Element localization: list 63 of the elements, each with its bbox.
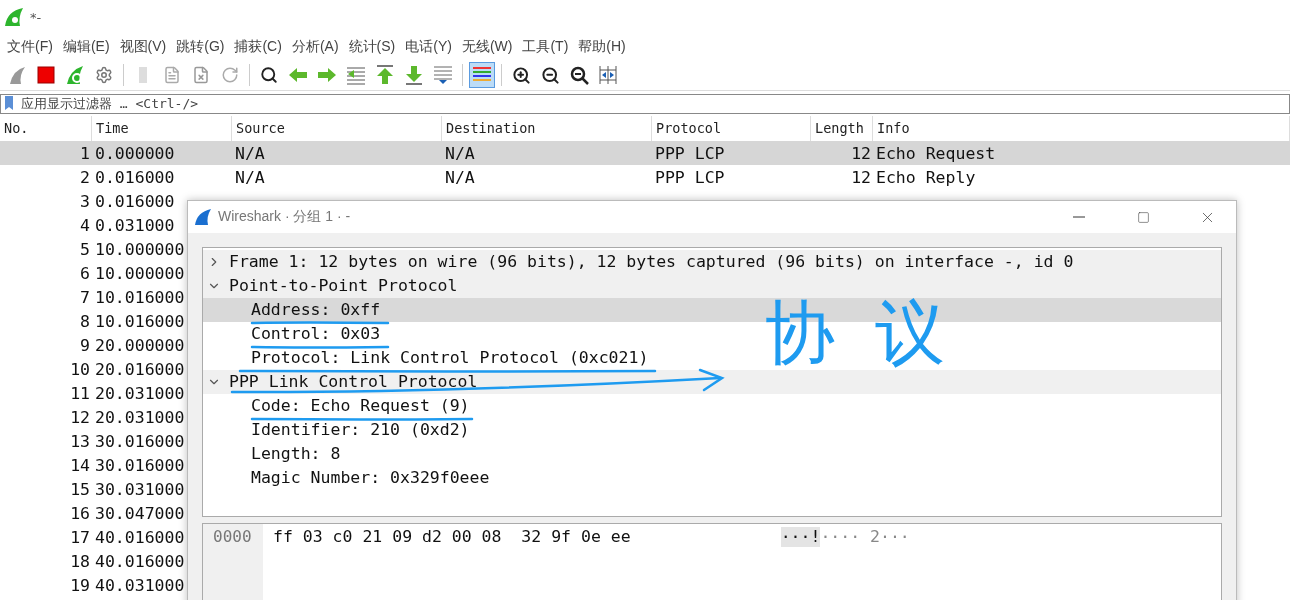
- tree-item-text: Identifier: 210 (0xd2): [251, 421, 470, 439]
- table-cell-text: 40.016000: [94, 551, 186, 571]
- table-cell-text: 12: [69, 407, 91, 427]
- tree-item-text: Address: 0xff: [251, 301, 381, 319]
- table-cell-text: 4: [79, 215, 91, 235]
- table-cell-text: 13: [69, 431, 91, 451]
- table-cell-text: N/A: [444, 143, 476, 163]
- table-cell-text: 17: [69, 527, 91, 547]
- tree-item-text: Protocol: Link Control Protocol (0xc021): [251, 349, 649, 367]
- table-cell-text: PPP LCP: [654, 143, 726, 163]
- tree-item-text: Point-to-Point Protocol: [229, 277, 458, 295]
- table-cell-text: 20.016000: [94, 359, 186, 379]
- table-cell-text: 10.000000: [94, 263, 186, 283]
- ascii-bytes: ···!: [780, 527, 821, 547]
- table-cell-text: 10.000000: [94, 239, 186, 259]
- byte-offset: 0000: [213, 527, 252, 546]
- table-cell-text: 30.016000: [94, 455, 186, 475]
- table-cell-text: 0.000000: [94, 143, 176, 163]
- table-cell-text: 18: [69, 551, 91, 571]
- tree-item-text: Code: Echo Request (9): [251, 397, 470, 415]
- table-cell-text: 10: [69, 359, 91, 379]
- table-cell-text: 10.016000: [94, 287, 186, 307]
- table-cell-text: 15: [69, 479, 91, 499]
- tree-item-text: Frame 1: 12 bytes on wire (96 bits), 12 bytes captured (96 bits) on interface -, id 0: [229, 253, 1074, 271]
- table-cell-text: 8: [79, 311, 91, 331]
- table-cell-text: 3: [79, 191, 91, 211]
- tree-item-text: Control: 0x03: [251, 325, 381, 343]
- hex-bytes: ff 03 c0 21 09 d2 00 08 32 9f 0e ee: [273, 527, 631, 547]
- table-cell-text: 0.016000: [94, 167, 176, 187]
- window-title: *-: [30, 9, 42, 25]
- table-cell-text: 12: [850, 143, 872, 163]
- table-cell-text: 40.031000: [94, 575, 186, 595]
- table-cell-text: N/A: [444, 167, 476, 187]
- table-cell-text: N/A: [234, 143, 266, 163]
- tree-item-text: PPP Link Control Protocol: [229, 373, 478, 391]
- table-cell-text: 20.031000: [94, 383, 186, 403]
- table-cell-text: 2: [79, 167, 91, 187]
- ascii-bytes: ···· 2···: [820, 527, 910, 547]
- tree-item-text: Length: 8: [251, 445, 341, 463]
- table-cell-text: 14: [69, 455, 91, 475]
- table-cell-text: 40.016000: [94, 527, 186, 547]
- table-cell-text: N/A: [234, 167, 266, 187]
- table-cell-text: 5: [79, 239, 91, 259]
- table-cell-text: 20.000000: [94, 335, 186, 355]
- table-cell-text: 7: [79, 287, 91, 307]
- table-cell-text: 30.031000: [94, 479, 186, 499]
- table-cell-text: 30.047000: [94, 503, 186, 523]
- table-cell-text: 20.031000: [94, 407, 186, 427]
- table-cell-text: 16: [69, 503, 91, 523]
- table-cell-text: 12: [850, 167, 872, 187]
- table-cell-text: 10.016000: [94, 311, 186, 331]
- table-cell-text: 0.016000: [94, 191, 176, 211]
- table-cell-text: 30.016000: [94, 431, 186, 451]
- table-cell-text: Echo Request: [875, 143, 997, 163]
- table-cell-text: 11: [69, 383, 91, 403]
- table-cell-text: 0.031000: [94, 215, 176, 235]
- table-cell-text: 9: [79, 335, 91, 355]
- tree-item-text: Magic Number: 0x329f0eee: [251, 469, 490, 487]
- table-cell-text: 19: [69, 575, 91, 595]
- table-cell-text: Echo Reply: [875, 167, 977, 187]
- table-cell-text: 1: [79, 143, 91, 163]
- table-cell-text: PPP LCP: [654, 167, 726, 187]
- table-cell-text: 6: [79, 263, 91, 283]
